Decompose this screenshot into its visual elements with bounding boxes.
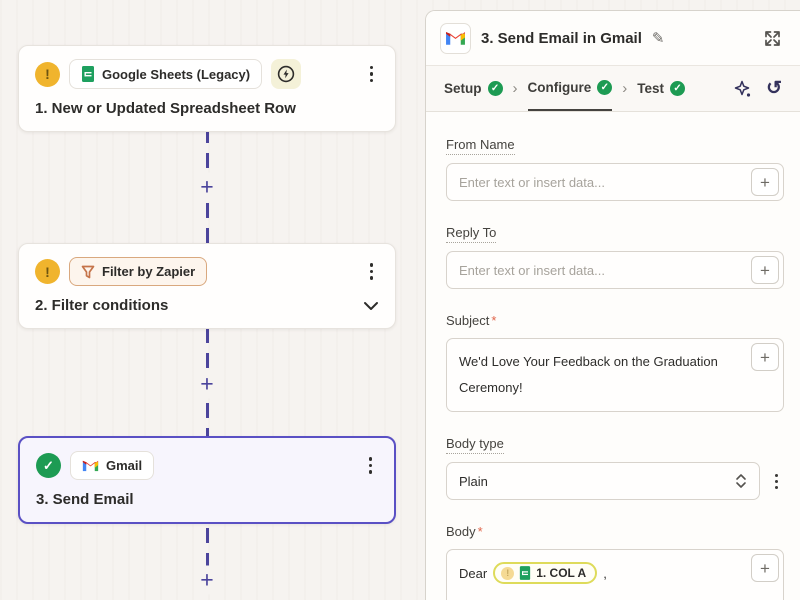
check-icon: ✓ (597, 80, 612, 95)
app-pill-filter[interactable]: Filter by Zapier (69, 257, 207, 286)
app-pill-google-sheets[interactable]: Google Sheets (Legacy) (69, 59, 262, 89)
tab-configure[interactable]: Configure ✓ (528, 66, 613, 111)
body-type-select[interactable]: Plain (446, 462, 760, 500)
step-config-panel: 3. Send Email in Gmail ✎ Setup ✓ › Confi… (425, 10, 800, 600)
step-menu-icon[interactable] (364, 62, 380, 87)
success-check-icon: ✓ (36, 453, 61, 478)
app-pill-gmail[interactable]: Gmail (70, 451, 154, 480)
field-body: Body* Dear ! 1. COL A , Thank you for at… (446, 523, 784, 600)
check-icon: ✓ (670, 81, 685, 96)
warning-icon: ! (35, 259, 60, 284)
field-from-name: From Name + (446, 136, 784, 201)
gmail-icon (82, 459, 99, 473)
app-pill-label: Gmail (106, 458, 142, 473)
warning-icon: ! (35, 62, 60, 87)
step-card-trigger[interactable]: ! Google Sheets (Legacy) 1. New or Updat… (18, 45, 396, 132)
field-label: Reply To (446, 225, 496, 243)
add-step-button-3[interactable]: + (197, 566, 216, 595)
expand-icon[interactable] (763, 29, 782, 48)
tab-test[interactable]: Test ✓ (637, 66, 685, 111)
edit-title-icon[interactable]: ✎ (652, 29, 665, 47)
insert-data-button[interactable]: + (751, 256, 779, 284)
ai-sparkle-icon[interactable] (734, 80, 752, 98)
gmail-icon (440, 23, 471, 54)
step-menu-icon[interactable] (364, 259, 380, 284)
field-label: Body (446, 524, 476, 539)
chevron-right-icon: › (513, 66, 518, 111)
step-title: 1. New or Updated Spreadsheet Row (35, 100, 379, 117)
field-menu-icon[interactable] (769, 470, 784, 493)
field-label: Subject (446, 313, 489, 328)
select-stepper-icon (735, 473, 747, 489)
google-sheets-icon (519, 566, 531, 580)
instant-trigger-icon[interactable] (271, 59, 301, 89)
from-name-input[interactable] (446, 163, 784, 201)
subject-input[interactable]: We'd Love Your Feedback on the Graduatio… (446, 338, 784, 412)
step-title: 2. Filter conditions (35, 297, 168, 314)
app-pill-label: Google Sheets (Legacy) (102, 67, 250, 82)
google-sheets-icon (81, 66, 95, 82)
app-pill-label: Filter by Zapier (102, 264, 195, 279)
field-subject: Subject* We'd Love Your Feedback on the … (446, 312, 784, 412)
body-input[interactable]: Dear ! 1. COL A , Thank you for attendin… (446, 549, 784, 600)
required-asterisk: * (478, 524, 483, 539)
reply-to-input[interactable] (446, 251, 784, 289)
chevron-right-icon: › (622, 66, 627, 111)
undo-icon[interactable]: ↺ (766, 79, 782, 98)
field-label: From Name (446, 137, 515, 155)
field-label: Body type (446, 436, 504, 454)
insert-data-button[interactable]: + (751, 168, 779, 196)
add-step-button-2[interactable]: + (197, 370, 216, 399)
field-body-type: Body type Plain (446, 435, 784, 500)
panel-header: 3. Send Email in Gmail ✎ (426, 11, 800, 66)
step-title: 3. Send Email (36, 491, 378, 508)
mapped-field-token[interactable]: ! 1. COL A (493, 562, 597, 584)
chevron-down-icon[interactable] (363, 301, 379, 311)
step-menu-icon[interactable] (363, 453, 379, 478)
panel-title: 3. Send Email in Gmail (481, 30, 642, 47)
required-asterisk: * (491, 313, 496, 328)
body-comma: , (603, 566, 607, 581)
filter-funnel-icon (81, 265, 95, 279)
insert-data-button[interactable]: + (751, 554, 779, 582)
step-card-gmail[interactable]: ✓ Gmail 3. Send Email (18, 436, 396, 524)
step-card-filter[interactable]: ! Filter by Zapier 2. Filter conditions (18, 243, 396, 329)
warning-icon: ! (501, 567, 514, 580)
field-reply-to: Reply To + (446, 224, 784, 289)
tab-setup[interactable]: Setup ✓ (444, 66, 503, 111)
step-tabbar: Setup ✓ › Configure ✓ › Test ✓ ↺ (426, 66, 800, 112)
add-step-button-1[interactable]: + (197, 173, 216, 202)
body-greeting: Dear (459, 566, 487, 581)
configure-form: From Name + Reply To + Subject* We'd Lov… (426, 112, 800, 600)
check-icon: ✓ (488, 81, 503, 96)
insert-data-button[interactable]: + (751, 343, 779, 371)
